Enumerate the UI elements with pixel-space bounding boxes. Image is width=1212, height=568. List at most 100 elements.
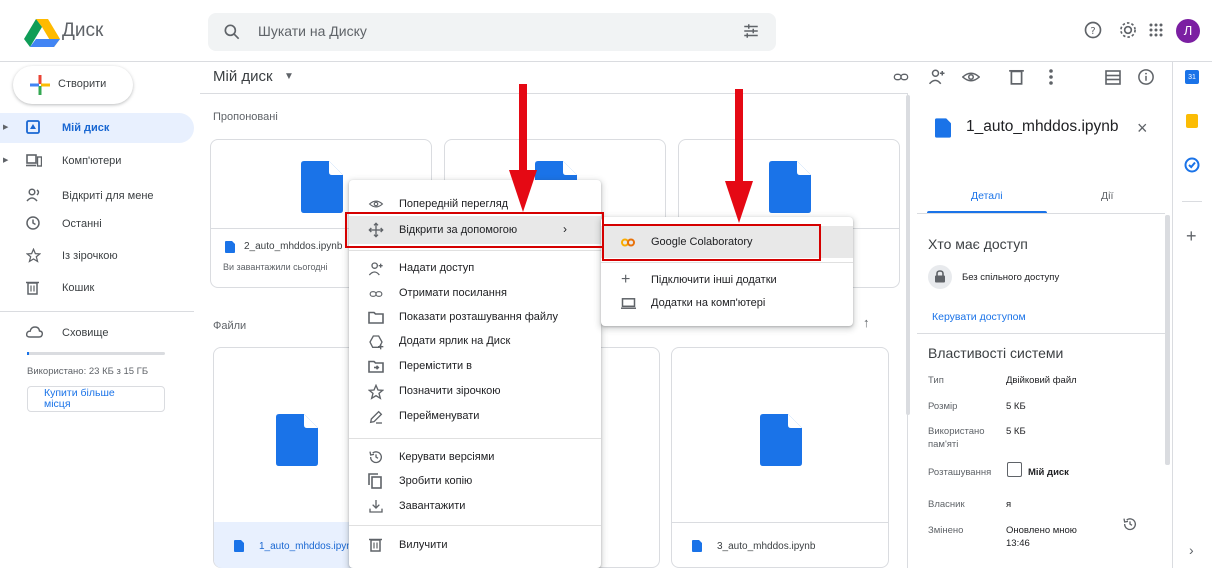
prop-key: Використано пам'яті — [928, 426, 985, 450]
history-icon[interactable] — [1122, 516, 1138, 532]
tasks-icon[interactable] — [1184, 157, 1200, 173]
panel-file-title: 1_auto_mhddos.ipynb — [966, 118, 1119, 135]
more-vert-icon[interactable] — [1048, 68, 1054, 86]
file-card[interactable]: 3_auto_mhddos.ipynb — [671, 347, 889, 568]
keep-icon[interactable] — [1186, 114, 1198, 128]
file-type-icon — [225, 241, 235, 253]
sort-arrow-icon[interactable]: ↑ — [863, 315, 870, 330]
menu-item-download[interactable]: Завантажити — [349, 494, 601, 518]
eye-icon[interactable] — [962, 68, 980, 86]
manage-access-link[interactable]: Керувати доступом — [932, 311, 1026, 323]
list-view-icon[interactable] — [1105, 70, 1121, 85]
details-panel — [907, 93, 1166, 568]
menu-item-star[interactable]: Позначити зірочкою — [349, 380, 601, 404]
toolbar-divider — [200, 93, 907, 94]
access-heading: Хто має доступ — [928, 236, 1028, 252]
menu-item-label: Показати розташування файлу — [399, 311, 558, 323]
add-addon-icon[interactable]: + — [1186, 226, 1197, 247]
search-options-icon[interactable] — [742, 22, 760, 40]
chevron-down-icon[interactable]: ▼ — [284, 71, 294, 82]
link-icon[interactable] — [893, 69, 909, 85]
search-icon[interactable] — [222, 22, 242, 42]
menu-item-versions[interactable]: Керувати версіями — [349, 445, 601, 469]
menu-item-share[interactable]: Надати доступ — [349, 257, 601, 281]
menu-item-rename[interactable]: Перейменувати — [349, 405, 601, 429]
trash-icon[interactable] — [1009, 68, 1024, 85]
breadcrumb[interactable]: Мій диск — [213, 68, 273, 85]
sidebar-item-my-drive[interactable]: ▶ Мій диск — [0, 113, 194, 143]
menu-item-label: Зробити копію — [399, 475, 473, 487]
menu-item-get-link[interactable]: Отримати посилання — [349, 282, 601, 306]
help-icon[interactable]: ? — [1083, 20, 1103, 40]
sidebar-item-recent[interactable]: Останні — [0, 209, 194, 239]
file-icon — [276, 414, 318, 466]
menu-divider — [349, 250, 601, 251]
buy-storage-label: Купити більше місця — [44, 387, 115, 410]
menu-item-add-shortcut[interactable]: Додати ярлик на Диск — [349, 330, 601, 354]
person-add-icon[interactable] — [928, 68, 946, 86]
menu-item-move[interactable]: Перемістити в — [349, 355, 601, 379]
add-shortcut-icon — [368, 334, 384, 350]
sidebar-divider — [0, 311, 194, 312]
sidebar-item-trash[interactable]: Кошик — [0, 273, 194, 303]
menu-item-label: Завантажити — [399, 500, 466, 512]
menu-item-show-location[interactable]: Показати розташування файлу — [349, 306, 601, 330]
sidebar-item-starred[interactable]: Із зірочкою — [0, 241, 194, 271]
prop-value: я — [1006, 499, 1012, 510]
caret-right-icon[interactable]: ▶ — [3, 123, 8, 131]
clock-icon — [26, 216, 40, 230]
sidebar-item-label: Відкриті для мене — [62, 190, 154, 202]
storage-usage-text: Використано: 23 КБ з 15 ГБ — [27, 366, 149, 377]
menu-item-label: Надати доступ — [399, 262, 475, 274]
tab-divider — [917, 213, 1165, 214]
storage-bar-fill — [27, 352, 29, 355]
menu-item-copy[interactable]: Зробити копію — [349, 469, 601, 493]
avatar[interactable]: Л — [1176, 19, 1200, 43]
file-name: 3_auto_mhddos.ipynb — [717, 541, 816, 552]
close-icon[interactable]: × — [1137, 118, 1148, 139]
settings-icon[interactable] — [1118, 20, 1138, 40]
menu-item-remove[interactable]: Вилучити — [349, 533, 601, 557]
download-icon — [368, 498, 384, 514]
panel-scrollbar[interactable] — [1165, 215, 1170, 465]
card-divider — [672, 522, 888, 523]
sidebar-item-shared[interactable]: Відкриті для мене — [0, 181, 194, 211]
submenu-item-connect-apps[interactable]: + Підключити інші додатки — [601, 270, 853, 292]
prop-key: Розташування — [928, 467, 992, 478]
files-title: Файли — [213, 320, 247, 332]
sidebar-item-label: Комп'ютери — [62, 155, 122, 167]
sidebar-item-label: Мій диск — [62, 122, 110, 134]
star-icon — [26, 248, 41, 263]
sidebar-item-storage[interactable]: Сховище — [0, 318, 194, 348]
prop-value[interactable]: Мій диск — [1028, 466, 1069, 479]
laptop-icon — [621, 298, 636, 309]
create-label: Створити — [58, 78, 107, 90]
annotation-arrow-icon — [509, 84, 537, 212]
sidebar-item-computers[interactable]: ▶ Комп'ютери — [0, 146, 194, 176]
apps-grid-icon[interactable] — [1146, 20, 1166, 40]
chevron-right-icon[interactable]: › — [1189, 542, 1194, 558]
menu-item-label: Керувати версіями — [399, 451, 495, 463]
info-icon[interactable] — [1137, 68, 1155, 86]
tab-activity[interactable]: Дії — [1101, 190, 1113, 202]
trash-icon — [369, 537, 382, 552]
search-input[interactable]: Шукати на Диску — [258, 23, 367, 39]
submenu-item-label: Підключити інші додатки — [651, 274, 777, 286]
person-add-icon — [368, 261, 384, 277]
trash-icon — [26, 280, 39, 295]
drive-logo-icon[interactable] — [24, 19, 60, 47]
prop-value: 5 КБ — [1006, 401, 1026, 412]
calendar-icon[interactable]: 31 — [1185, 70, 1199, 84]
menu-item-label: Вилучити — [399, 539, 448, 551]
menu-item-label: Перейменувати — [399, 410, 480, 422]
prop-value: Двійковий файл — [1006, 375, 1077, 386]
tab-details[interactable]: Деталі — [971, 190, 1003, 202]
file-type-icon — [692, 540, 702, 552]
caret-right-icon[interactable]: ▶ — [3, 156, 8, 164]
main-scrollbar[interactable] — [906, 95, 910, 415]
app-title[interactable]: Диск — [62, 20, 103, 42]
submenu-item-desktop-apps[interactable]: Додатки на комп'ютері — [601, 293, 853, 315]
drive-icon — [26, 120, 40, 134]
prop-key: Змінено — [928, 525, 964, 536]
lock-icon — [928, 265, 952, 289]
